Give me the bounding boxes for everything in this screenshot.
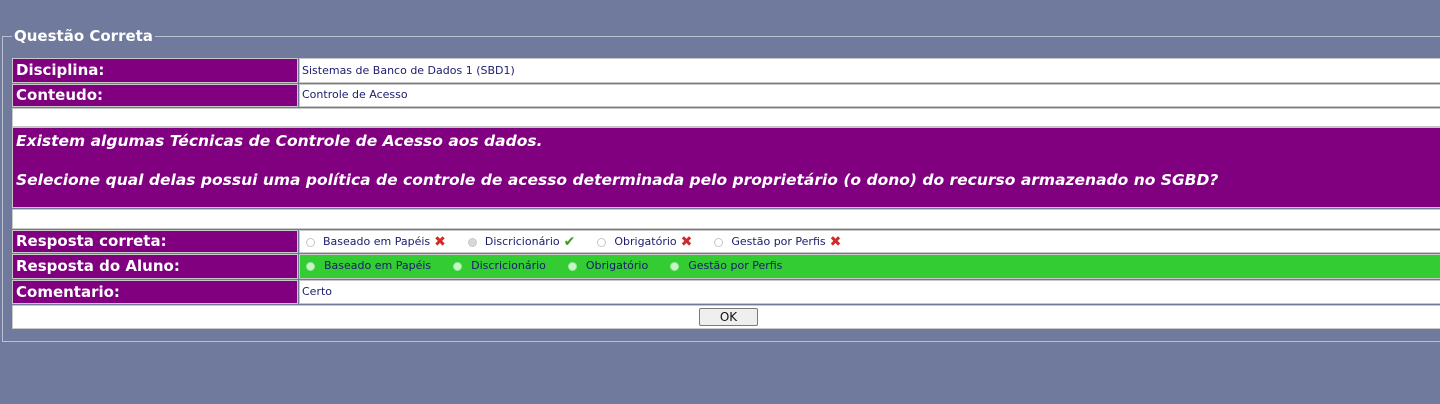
radio-button[interactable] — [597, 237, 607, 247]
correct-option-discricionario[interactable]: Discricionário ✔ — [467, 232, 576, 252]
resposta-correta-row: Resposta correta: Baseado em Papéis ✖ Di… — [12, 230, 1440, 253]
option-label: Baseado em Papéis — [324, 259, 432, 272]
option-label: Gestão por Perfis — [688, 259, 783, 272]
student-option-discricionario[interactable]: Discricionário — [453, 256, 546, 276]
spacer-row — [12, 209, 1440, 229]
resposta-aluno-label: Resposta do Aluno: — [12, 254, 298, 279]
disciplina-label: Disciplina: — [12, 58, 298, 83]
radio-button[interactable] — [306, 261, 315, 271]
student-option-obrigatorio[interactable]: Obrigatório — [567, 256, 649, 276]
correct-option-perfis[interactable]: Gestão por Perfis ✖ — [714, 232, 841, 252]
wrong-x-icon: ✖ — [434, 234, 446, 250]
radio-button[interactable] — [567, 261, 577, 271]
radio-button[interactable] — [670, 261, 680, 271]
comentario-value: Certo — [299, 280, 1440, 304]
conteudo-label: Conteudo: — [12, 84, 298, 107]
radio-button[interactable] — [306, 237, 315, 247]
option-label: Baseado em Papéis — [323, 235, 431, 248]
resposta-correta-options: Baseado em Papéis ✖ Discricionário ✔ Obr… — [299, 230, 1440, 253]
conteudo-row: Conteudo: Controle de Acesso — [12, 84, 1440, 107]
ok-button[interactable]: OK — [699, 308, 758, 326]
correct-check-icon: ✔ — [563, 234, 576, 250]
wrong-x-icon: ✖ — [829, 234, 842, 250]
radio-button[interactable] — [467, 237, 477, 247]
conteudo-value: Controle de Acesso — [299, 84, 1440, 107]
student-option-perfis[interactable]: Gestão por Perfis — [670, 256, 782, 276]
resposta-correta-label: Resposta correta: — [12, 230, 298, 253]
resposta-aluno-options: Baseado em Papéis Discricionário Obrigat… — [299, 254, 1440, 279]
option-label: Discricionário — [484, 235, 560, 248]
option-label: Gestão por Perfis — [731, 235, 826, 248]
resposta-aluno-row: Resposta do Aluno: Baseado em Papéis Dis… — [12, 254, 1440, 279]
wrong-x-icon: ✖ — [680, 234, 693, 250]
radio-button[interactable] — [714, 237, 724, 247]
option-label: Obrigatório — [585, 259, 649, 272]
radio-button[interactable] — [453, 261, 463, 271]
question-line-1: Existem algumas Técnicas de Controle de … — [16, 132, 543, 150]
disciplina-value: Sistemas de Banco de Dados 1 (SBD1) — [299, 58, 1440, 83]
comentario-row: Comentario: Certo — [12, 280, 1440, 304]
option-label: Discricionário — [471, 259, 546, 272]
comentario-label: Comentario: — [12, 280, 298, 304]
question-line-2: Selecione qual delas possui uma política… — [16, 171, 1219, 189]
spacer-row — [12, 108, 1440, 127]
disciplina-row: Disciplina: Sistemas de Banco de Dados 1… — [12, 58, 1440, 83]
question-text: Existem algumas Técnicas de Controle de … — [12, 127, 1440, 208]
correct-option-papeis[interactable]: Baseado em Papéis ✖ — [306, 232, 446, 252]
option-label: Obrigatório — [614, 235, 677, 248]
ok-row: OK — [12, 305, 1440, 329]
correct-option-obrigatorio[interactable]: Obrigatório ✖ — [597, 232, 692, 252]
fieldset-legend: Questão Correta — [12, 26, 155, 46]
student-option-papeis[interactable]: Baseado em Papéis — [306, 256, 431, 276]
